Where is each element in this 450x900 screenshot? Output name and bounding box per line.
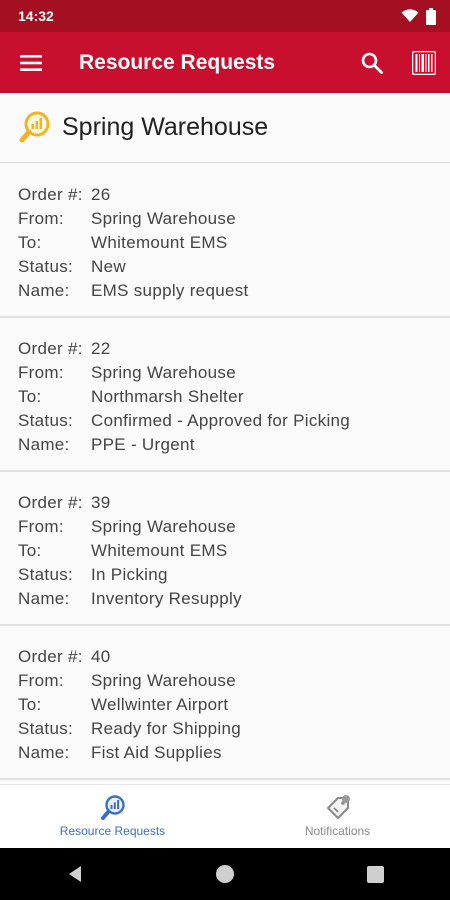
order-status: New (91, 257, 126, 276)
search-button[interactable] (346, 32, 398, 93)
order-status-row: Status: In Picking (18, 563, 450, 587)
order-card[interactable]: Order #: 26 From: Spring Warehouse To: W… (0, 164, 450, 318)
order-number-label: Order #: (18, 647, 83, 666)
order-to-label: To: (18, 541, 42, 560)
warehouse-search-icon (19, 111, 50, 142)
order-name: EMS supply request (91, 281, 249, 300)
order-status: Confirmed - Approved for Picking (91, 411, 351, 430)
order-from-row: From: Spring Warehouse (18, 361, 450, 385)
order-number: 39 (91, 493, 111, 512)
order-name-label: Name: (18, 435, 70, 454)
order-from-label: From: (18, 671, 64, 690)
order-to: Whitemount EMS (91, 541, 228, 560)
order-number-label: Order #: (18, 185, 83, 204)
order-number: 26 (91, 185, 111, 204)
order-from: Spring Warehouse (91, 363, 236, 382)
order-from-label: From: (18, 363, 64, 382)
order-to-label: To: (18, 233, 42, 252)
order-list: Order #: 26 From: Spring Warehouse To: W… (0, 164, 450, 780)
order-status-row: Status: New (18, 255, 450, 279)
order-status-label: Status: (18, 565, 74, 584)
search-icon (361, 52, 383, 74)
tab-notifications-label: Notifications (304, 824, 371, 838)
order-number-row: Order #: 22 (18, 337, 450, 361)
order-to-label: To: (18, 695, 42, 714)
order-name-row: Name: EMS supply request (18, 279, 450, 303)
resource-requests-icon (100, 795, 125, 820)
menu-icon (20, 54, 42, 71)
order-from-row: From: Spring Warehouse (18, 207, 450, 231)
order-status-row: Status: Ready for Shipping (18, 717, 450, 741)
warehouse-name: Spring Warehouse (62, 113, 269, 141)
order-name-label: Name: (18, 589, 70, 608)
order-to-row: To: Whitemount EMS (18, 231, 450, 255)
order-from: Spring Warehouse (91, 517, 236, 536)
order-name-row: Name: Inventory Resupply (18, 587, 450, 611)
back-triangle-icon (69, 866, 81, 882)
order-card[interactable]: Order #: 39 From: Spring Warehouse To: W… (0, 472, 450, 626)
order-to-label: To: (18, 387, 42, 406)
order-from-label: From: (18, 209, 64, 228)
bottom-nav: Resource Requests Notifications (0, 784, 450, 849)
back-button[interactable] (45, 848, 105, 900)
barcode-scan-button[interactable] (398, 32, 450, 93)
order-name: Inventory Resupply (91, 589, 242, 608)
order-name: PPE - Urgent (91, 435, 195, 454)
order-to-row: To: Wellwinter Airport (18, 693, 450, 717)
order-from: Spring Warehouse (91, 671, 236, 690)
recents-button[interactable] (345, 848, 405, 900)
status-time: 14:32 (18, 8, 54, 24)
order-status-label: Status: (18, 257, 74, 276)
order-to-row: To: Whitemount EMS (18, 539, 450, 563)
order-status: In Picking (91, 565, 168, 584)
notifications-icon (326, 795, 350, 819)
app-bar: Resource Requests (0, 32, 450, 93)
system-nav-bar (0, 848, 450, 900)
order-from-row: From: Spring Warehouse (18, 669, 450, 693)
order-number: 40 (91, 647, 111, 666)
order-to: Wellwinter Airport (91, 695, 229, 714)
menu-button[interactable] (0, 32, 62, 93)
order-from-row: From: Spring Warehouse (18, 515, 450, 539)
order-from-label: From: (18, 517, 64, 536)
order-card[interactable]: Order #: 40 From: Spring Warehouse To: W… (0, 626, 450, 780)
battery-icon (426, 7, 436, 25)
order-card[interactable]: Order #: 22 From: Spring Warehouse To: N… (0, 318, 450, 472)
tab-resource-requests-label: Resource Requests (59, 824, 166, 838)
home-button[interactable] (195, 848, 255, 900)
warehouse-header[interactable]: Spring Warehouse (0, 93, 450, 163)
order-to: Northmarsh Shelter (91, 387, 244, 406)
order-name-label: Name: (18, 743, 70, 762)
order-number: 22 (91, 339, 111, 358)
order-number-row: Order #: 26 (18, 183, 450, 207)
order-status-label: Status: (18, 719, 74, 738)
order-to: Whitemount EMS (91, 233, 228, 252)
order-number-row: Order #: 39 (18, 491, 450, 515)
order-name-row: Name: PPE - Urgent (18, 433, 450, 457)
order-status: Ready for Shipping (91, 719, 241, 738)
order-number-row: Order #: 40 (18, 645, 450, 669)
barcode-icon (412, 50, 436, 75)
page-title: Resource Requests (79, 50, 276, 74)
order-status-label: Status: (18, 411, 74, 430)
tab-resource-requests[interactable]: Resource Requests (0, 785, 225, 849)
order-name-label: Name: (18, 281, 70, 300)
order-name: Fist Aid Supplies (91, 743, 222, 762)
order-number-label: Order #: (18, 493, 83, 512)
recents-square-icon (366, 865, 384, 883)
order-from: Spring Warehouse (91, 209, 236, 228)
tab-notifications[interactable]: Notifications (225, 785, 450, 849)
order-name-row: Name: Fist Aid Supplies (18, 741, 450, 765)
home-circle-icon (216, 865, 234, 883)
status-icons (401, 7, 436, 25)
wifi-icon (401, 9, 419, 22)
order-status-row: Status: Confirmed - Approved for Picking (18, 409, 450, 433)
order-number-label: Order #: (18, 339, 83, 358)
order-to-row: To: Northmarsh Shelter (18, 385, 450, 409)
status-bar: 14:32 (0, 0, 450, 32)
